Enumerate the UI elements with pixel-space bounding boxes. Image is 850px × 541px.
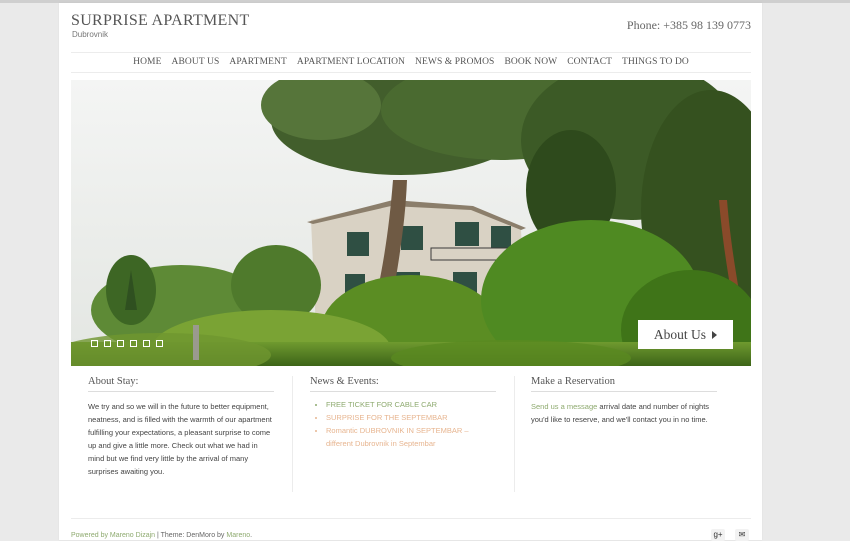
reservation-text: Send us a message arrival date and numbe… bbox=[531, 400, 717, 426]
news-item[interactable]: Romantic DUBROVNIK IN SEPTEMBAR – differ… bbox=[326, 424, 496, 450]
footer-end: . bbox=[250, 532, 253, 539]
slide-dot[interactable] bbox=[91, 340, 98, 347]
nav-news-promos[interactable]: NEWS & PROMOS bbox=[415, 53, 494, 72]
reservation-section: Make a Reservation Send us a message arr… bbox=[531, 376, 717, 426]
site-subtitle: Dubrovnik bbox=[72, 30, 109, 39]
google-plus-icon[interactable]: g+ bbox=[711, 529, 725, 541]
reservation-heading: Make a Reservation bbox=[531, 376, 717, 392]
footer-credits: Powered by Mareno Dizajn | Theme: DenMor… bbox=[71, 532, 252, 539]
page-container: SURPRISE APARTMENT Dubrovnik Phone: +385… bbox=[59, 3, 762, 541]
theme-author-link[interactable]: Mareno bbox=[226, 532, 250, 539]
caret-right-icon bbox=[712, 331, 718, 339]
slide-dot[interactable] bbox=[130, 340, 137, 347]
nav-things-to-do[interactable]: THINGS TO DO bbox=[622, 53, 689, 72]
hero-slider: About Us bbox=[71, 80, 751, 366]
news-events-section: News & Events: FREE TICKET FOR CABLE CAR… bbox=[310, 376, 496, 450]
slide-dot[interactable] bbox=[117, 340, 124, 347]
nav-book-now[interactable]: BOOK NOW bbox=[504, 53, 557, 72]
nav-about-us[interactable]: ABOUT US bbox=[172, 53, 220, 72]
nav-apartment-location[interactable]: APARTMENT LOCATION bbox=[297, 53, 405, 72]
phone-number: Phone: +385 98 139 0773 bbox=[626, 18, 751, 32]
send-message-link[interactable]: Send us a message bbox=[531, 402, 597, 411]
slide-dot[interactable] bbox=[156, 340, 163, 347]
footer: Powered by Mareno Dizajn | Theme: DenMor… bbox=[71, 518, 751, 541]
slide-dot[interactable] bbox=[104, 340, 111, 347]
news-item[interactable]: SURPRISE FOR THE SEPTEMBAR bbox=[326, 411, 496, 424]
mail-icon[interactable]: ✉ bbox=[735, 529, 749, 541]
about-stay-heading: About Stay: bbox=[88, 376, 274, 392]
site-title[interactable]: SURPRISE APARTMENT bbox=[71, 12, 250, 30]
footer-separator: | Theme: DenMoro by bbox=[155, 532, 227, 539]
news-item[interactable]: FREE TICKET FOR CABLE CAR bbox=[326, 398, 496, 411]
main-navigation: HOME ABOUT US APARTMENT APARTMENT LOCATI… bbox=[71, 52, 751, 73]
news-list: FREE TICKET FOR CABLE CAR SURPRISE FOR T… bbox=[310, 398, 496, 450]
nav-home[interactable]: HOME bbox=[133, 53, 161, 72]
powered-by-link[interactable]: Powered by Mareno Dizajn bbox=[71, 532, 155, 539]
nav-contact[interactable]: CONTACT bbox=[567, 53, 612, 72]
slide-dot[interactable] bbox=[143, 340, 150, 347]
column-divider bbox=[292, 376, 293, 492]
slider-pagination bbox=[91, 334, 169, 352]
column-divider bbox=[514, 376, 515, 492]
about-stay-section: About Stay: We try and so we will in the… bbox=[88, 376, 274, 478]
about-us-button-label: About Us bbox=[653, 327, 707, 342]
news-events-heading: News & Events: bbox=[310, 376, 496, 392]
about-us-button[interactable]: About Us bbox=[638, 320, 733, 349]
nav-apartment[interactable]: APARTMENT bbox=[229, 53, 287, 72]
about-stay-text: We try and so we will in the future to b… bbox=[88, 402, 272, 476]
